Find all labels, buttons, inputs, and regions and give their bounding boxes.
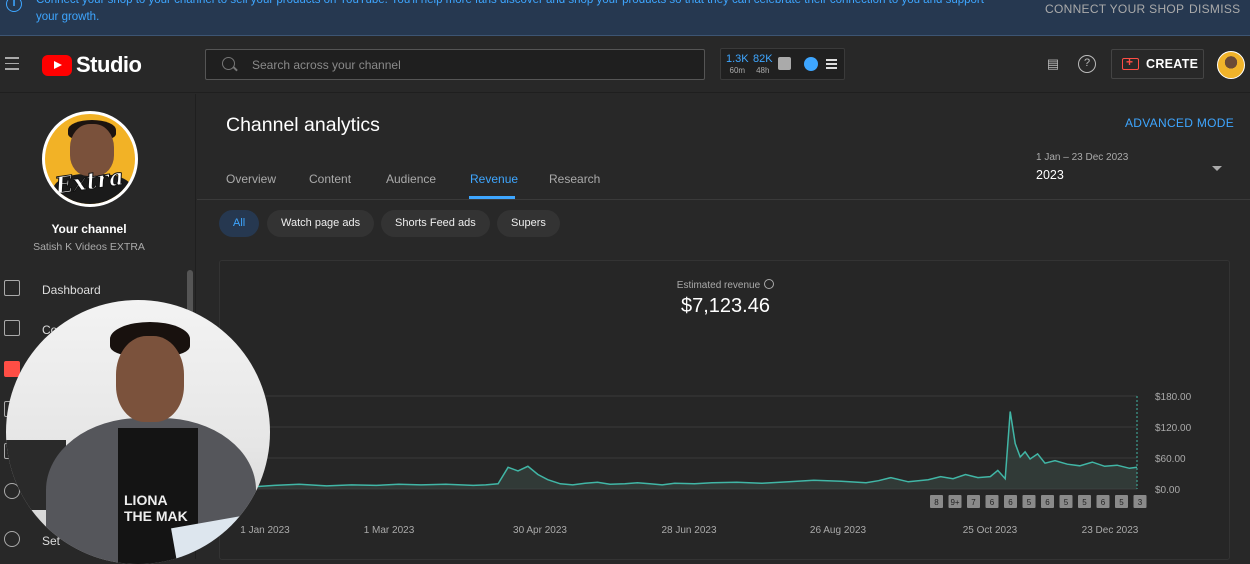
- upload-marker-label: 6: [990, 498, 995, 507]
- chip-supers[interactable]: Supers: [497, 210, 560, 237]
- globe-icon: [804, 57, 818, 71]
- main-content: Channel analytics ADVANCED MODE Overview…: [197, 94, 1250, 560]
- top-bar: Studio 1.3K 60m 82K 48h ▤ ? CREATE: [0, 37, 1250, 93]
- search-box[interactable]: [205, 49, 705, 80]
- upload-marker-label: 5: [1064, 498, 1069, 507]
- search-input[interactable]: [252, 50, 692, 79]
- revenue-series-line[interactable]: [251, 411, 1138, 488]
- info-icon: i: [6, 0, 22, 12]
- tab-overview[interactable]: Overview: [226, 172, 276, 186]
- tab-audience[interactable]: Audience: [386, 172, 436, 186]
- analytics-tabs: Overview Content Audience Revenue Resear…: [197, 160, 1250, 200]
- upload-marker-label: 9+: [950, 498, 959, 507]
- x-tick-label: 25 Oct 2023: [963, 525, 1018, 536]
- advanced-mode-button[interactable]: ADVANCED MODE: [1125, 116, 1234, 130]
- shirt-print: LIONA THE MAK: [124, 492, 188, 524]
- x-tick-label: 26 Aug 2023: [810, 525, 867, 536]
- upload-marker-label: 3: [1138, 498, 1143, 507]
- channel-avatar[interactable]: Extra: [42, 111, 138, 207]
- upload-marker-label: 7: [971, 498, 976, 507]
- create-button[interactable]: CREATE: [1111, 49, 1204, 79]
- studio-logo[interactable]: Studio: [42, 52, 142, 77]
- upload-marker-label: 6: [1101, 498, 1106, 507]
- shop-banner: i Connect your shop to your channel to s…: [0, 0, 1250, 36]
- revenue-chart[interactable]: $0.00 $60.00 $120.00 $180.00 8 9+ 7 6 6 5 6 5 5 6 5 3 1 …: [220, 261, 1231, 561]
- dismiss-button[interactable]: DISMISS: [1189, 2, 1240, 16]
- help-icon[interactable]: ?: [1078, 55, 1096, 73]
- chevron-down-icon[interactable]: [1212, 166, 1222, 171]
- upload-marker-label: 5: [1119, 498, 1124, 507]
- y-tick-label: $120.00: [1155, 423, 1192, 434]
- x-tick-label: 1 Mar 2023: [364, 525, 415, 536]
- webcam-overlay: LIONA THE MAK: [6, 300, 270, 564]
- active-tab-indicator: [469, 196, 515, 199]
- account-avatar[interactable]: [1217, 51, 1245, 79]
- dashboard-icon: [4, 280, 20, 296]
- upload-marker-label: 5: [1082, 498, 1087, 507]
- create-label: CREATE: [1146, 57, 1199, 71]
- date-range-selector[interactable]: 2023: [1036, 168, 1064, 182]
- chip-shorts-feed-ads[interactable]: Shorts Feed ads: [381, 210, 490, 237]
- settings-icon: [4, 531, 20, 547]
- studio-wordmark: Studio: [76, 52, 142, 77]
- chip-all[interactable]: All: [219, 210, 260, 237]
- x-tick-label: 23 Dec 2023: [1082, 525, 1139, 536]
- channel-name: Satish K Videos EXTRA: [33, 241, 145, 253]
- date-range-label: 1 Jan – 23 Dec 2023: [1036, 152, 1129, 163]
- x-tick-label: 28 Jun 2023: [661, 525, 716, 536]
- tab-content[interactable]: Content: [309, 172, 351, 186]
- upload-marker-label: 8: [934, 498, 939, 507]
- tab-research[interactable]: Research: [549, 172, 600, 186]
- tab-revenue[interactable]: Revenue: [470, 172, 518, 186]
- sidebar-item-dashboard[interactable]: Dashboard: [0, 277, 186, 301]
- y-tick-label: $60.00: [1155, 454, 1186, 465]
- content-icon: [4, 320, 20, 336]
- page-title: Channel analytics: [226, 114, 380, 136]
- create-video-icon: [1122, 55, 1139, 70]
- search-icon: [222, 57, 235, 70]
- analytics-icon: [4, 361, 20, 377]
- list-icon[interactable]: [826, 59, 837, 69]
- bar-chart-icon: [778, 57, 791, 70]
- realtime-stats[interactable]: 1.3K 60m 82K 48h: [720, 48, 845, 80]
- y-tick-label: $0.00: [1155, 485, 1180, 496]
- revenue-card: Estimated revenue $7,123.46 $0.00 $60.00 $…: [219, 260, 1230, 560]
- x-tick-label: 30 Apr 2023: [513, 525, 567, 536]
- chip-watch-page-ads[interactable]: Watch page ads: [267, 210, 375, 237]
- youtube-logo-icon: [42, 54, 72, 76]
- upload-marker-label: 5: [1027, 498, 1032, 507]
- connect-shop-button[interactable]: CONNECT YOUR SHOP: [1045, 2, 1184, 16]
- upload-marker-label: 6: [1045, 498, 1050, 507]
- stat-views-60m: 1.3K 60m: [726, 53, 749, 75]
- banner-text: Connect your shop to your channel to sel…: [36, 0, 984, 23]
- upload-marker-label: 6: [1008, 498, 1013, 507]
- hamburger-menu-icon[interactable]: [5, 57, 19, 70]
- stat-views-48h: 82K 48h: [753, 53, 773, 75]
- your-channel-title: Your channel: [51, 222, 127, 236]
- feedback-icon[interactable]: ▤: [1044, 55, 1062, 73]
- y-tick-label: $180.00: [1155, 392, 1192, 403]
